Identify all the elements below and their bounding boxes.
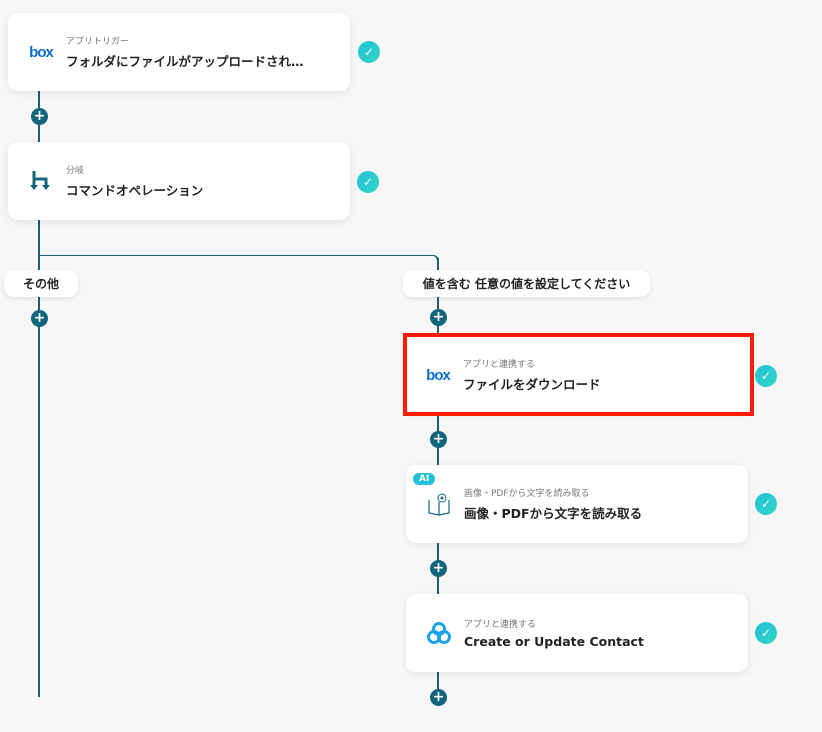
node-subtitle: 画像・PDFから文字を読み取る <box>464 489 590 499</box>
add-step-button[interactable]: + <box>31 310 48 327</box>
create-contact-card[interactable]: アプリと連携する Create or Update Contact <box>406 594 748 672</box>
branch-icon <box>30 171 50 190</box>
connector <box>39 255 435 256</box>
check-icon: ✓ <box>755 493 777 515</box>
book-eye-icon <box>428 493 450 516</box>
add-step-button[interactable]: + <box>430 689 447 706</box>
node-title: フォルダにファイルがアップロードされ… <box>66 54 304 69</box>
add-step-button[interactable]: + <box>430 309 447 326</box>
add-step-button[interactable]: + <box>31 108 48 125</box>
check-icon: ✓ <box>755 365 777 387</box>
node-title: Create or Update Contact <box>464 634 644 649</box>
node-title: 画像・PDFから文字を読み取る <box>464 506 643 521</box>
trigger-card[interactable]: box アプリトリガーフォルダにファイルがアップロードされ… <box>8 13 350 91</box>
check-icon: ✓ <box>358 41 380 63</box>
triple-circle-icon <box>427 622 451 644</box>
add-step-button[interactable]: + <box>430 431 447 448</box>
branch-label-other[interactable]: その他 <box>4 270 78 297</box>
node-title: コマンドオペレーション <box>66 183 204 198</box>
connector-corner <box>431 255 439 263</box>
node-subtitle: アプリトリガー <box>66 37 130 47</box>
add-step-button[interactable]: + <box>430 560 447 577</box>
box-logo-icon: box <box>29 43 54 61</box>
ai-badge: AI <box>413 473 436 485</box>
node-subtitle: 分岐 <box>66 166 85 176</box>
ocr-card[interactable]: 画像・PDFから文字を読み取る 画像・PDFから文字を読み取る <box>406 465 748 543</box>
highlight-box <box>403 333 754 416</box>
branch-label-condition[interactable]: 値を含む 任意の値を設定してください <box>403 270 650 297</box>
branch-card[interactable]: 分岐コマンドオペレーション <box>8 142 350 220</box>
check-icon: ✓ <box>755 622 777 644</box>
check-icon: ✓ <box>357 171 379 193</box>
node-subtitle: アプリと連携する <box>464 620 537 630</box>
